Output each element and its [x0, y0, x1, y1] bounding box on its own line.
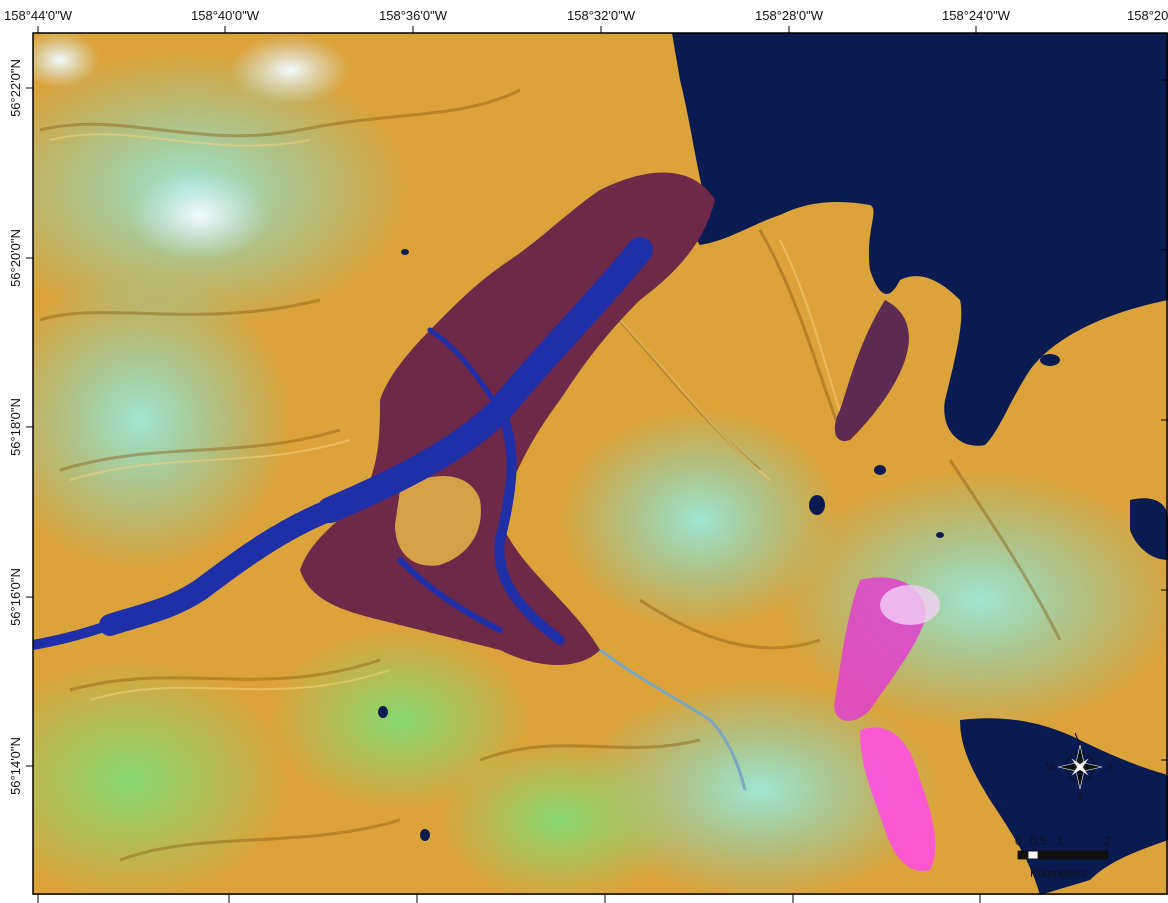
- snow-patch: [33, 33, 100, 88]
- satellite-image: [33, 33, 1168, 895]
- longitude-label: 158°24'0"W: [942, 8, 1011, 23]
- top-longitude-graticule: 158°44'0"W 158°40'0"W 158°36'0"W 158°32'…: [4, 8, 1168, 33]
- scale-bar-segment: [1038, 851, 1058, 859]
- latitude-label: 56°20'0"N: [8, 229, 23, 287]
- scale-tick-label: 2: [1104, 834, 1111, 848]
- scale-units-label: Kilometers: [1030, 866, 1087, 880]
- scale-tick-label: 1: [1056, 834, 1063, 848]
- longitude-label: 158°36'0"W: [379, 8, 448, 23]
- glacier-area: [880, 585, 940, 625]
- snow-patch: [230, 35, 350, 105]
- scale-bar-segment: [1018, 851, 1028, 859]
- longitude-label: 158°20: [1127, 8, 1168, 23]
- satellite-map-figure: 158°44'0"W 158°40'0"W 158°36'0"W 158°32'…: [4, 8, 1168, 903]
- vegetation-area: [440, 740, 680, 895]
- scale-bar-segment: [1027, 850, 1039, 860]
- longitude-label: 158°32'0"W: [567, 8, 636, 23]
- snow-patch: [130, 170, 270, 260]
- left-latitude-graticule: 56°22'0"N 56°20'0"N 56°18'0"N 56°16'0"N …: [8, 59, 33, 795]
- latitude-label: 56°14'0"N: [8, 737, 23, 795]
- longitude-label: 158°40'0"W: [191, 8, 260, 23]
- latitude-label: 56°22'0"N: [8, 59, 23, 117]
- longitude-label: 158°44'0"W: [4, 8, 73, 23]
- longitude-label: 158°28'0"W: [755, 8, 824, 23]
- scale-bar-segment: [1058, 851, 1108, 859]
- scale-tick-label: 0.5: [1030, 834, 1047, 848]
- bottom-ticks: [37, 894, 981, 903]
- vegetation-area: [33, 270, 290, 570]
- compass-south-label: S: [1077, 793, 1083, 803]
- latitude-label: 56°16'0"N: [8, 568, 23, 626]
- compass-east-label: E: [1107, 763, 1114, 773]
- latitude-label: 56°18'0"N: [8, 398, 23, 456]
- compass-west-label: W: [1046, 763, 1056, 773]
- scale-tick-label: 0: [1015, 834, 1022, 848]
